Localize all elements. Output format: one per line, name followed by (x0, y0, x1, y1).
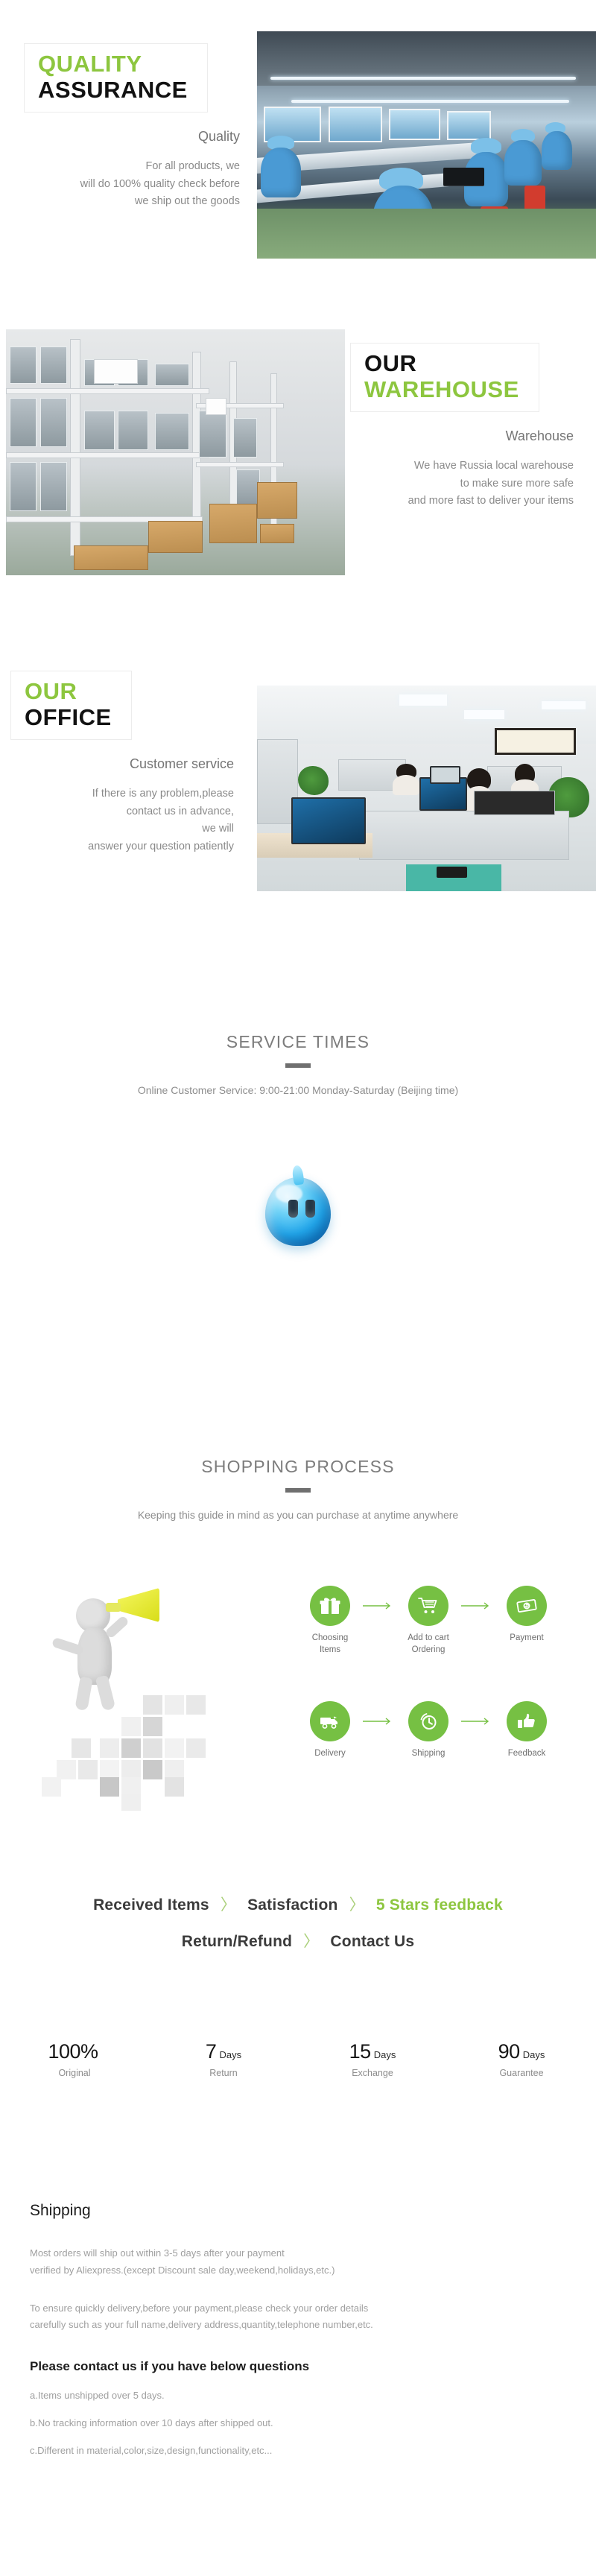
service-times-detail: Online Customer Service: 9:00-21:00 Mond… (137, 1084, 459, 1096)
process-step-add-to-cart[interactable]: Add to cart Ordering (396, 1586, 460, 1656)
question-item-b: b.No tracking information over 10 days a… (30, 2417, 273, 2428)
flow-item-satisfaction: Satisfaction (247, 1896, 338, 1914)
banknote-icon (507, 1586, 547, 1626)
flow-item-five-stars-feedback: 5 Stars feedback (375, 1896, 503, 1914)
service-times-heading-group: SERVICE TIMES Online Customer Service: 9… (0, 1032, 596, 1096)
warehouse-title-line1: OUR (364, 350, 417, 376)
process-step-shipping[interactable]: Shipping (396, 1701, 460, 1760)
warehouse-shelving-photo (6, 329, 345, 575)
flow-item-received-items: Received Items (93, 1896, 209, 1914)
megaphone-mascot-illustration (30, 1583, 246, 1811)
trademanager-chat-icon[interactable] (265, 1177, 331, 1246)
icon-eye-right (305, 1200, 315, 1218)
flow-line-1: Received Items 〉 Satisfaction 〉 5 Stars … (0, 1893, 596, 1915)
stat-original: 100% Original (0, 2040, 149, 2078)
warehouse-section: OUR WAREHOUSE Warehouse We have Russia l… (0, 298, 596, 611)
shipping-paragraph-1: Most orders will ship out within 3-5 day… (30, 2247, 335, 2276)
service-times-heading: SERVICE TIMES (226, 1032, 370, 1051)
shopping-process-heading: SHOPPING PROCESS (201, 1457, 395, 1476)
arrow-right-icon (460, 1701, 495, 1741)
stat-caption: Return (209, 2068, 238, 2078)
megaphone-stem (106, 1603, 121, 1612)
shipping-paragraph-2: To ensure quickly delivery,before your p… (30, 2302, 373, 2331)
shopping-process-subtitle: Keeping this guide in mind as you can pu… (137, 1509, 459, 1521)
stat-number: 90 (498, 2040, 521, 2063)
chevron-right-icon: 〉 (303, 1933, 320, 1950)
process-row-2: Delivery Shipping Feedback (298, 1701, 559, 1760)
stat-caption: Exchange (352, 2068, 393, 2078)
stat-exchange: 15 Days Exchange (298, 2040, 447, 2078)
process-step-label: Add to cart Ordering (408, 1633, 449, 1654)
arrow-right-icon (460, 1586, 495, 1626)
process-step-label: Shipping (411, 1749, 446, 1758)
office-section: OUR OFFICE Customer service If there is … (0, 611, 596, 984)
stat-number: 100% (48, 2040, 98, 2063)
process-step-label: Feedback (507, 1749, 546, 1758)
arrow-right-icon (362, 1701, 396, 1741)
thumbs-up-icon (507, 1701, 547, 1741)
warehouse-text-block: OUR WAREHOUSE Warehouse We have Russia l… (350, 343, 574, 510)
stat-unit: Days (219, 2049, 242, 2060)
flow-line-2: Return/Refund 〉 Contact Us (0, 1929, 596, 1952)
questions-heading: Please contact us if you have below ques… (30, 2359, 310, 2373)
office-text-block: OUR OFFICE Customer service If there is … (10, 671, 234, 855)
office-subtitle: Customer service (129, 756, 234, 772)
office-interior-photo (257, 686, 596, 909)
warehouse-title-box: OUR WAREHOUSE (350, 343, 539, 413)
warehouse-title-line2: WAREHOUSE (364, 376, 519, 402)
factory-assembly-line-photo (257, 31, 596, 259)
question-item-a: a.Items unshipped over 5 days. (30, 2390, 165, 2401)
process-step-choosing-items[interactable]: Choosing Items (298, 1586, 362, 1656)
process-step-label: Payment (510, 1633, 544, 1642)
warehouse-body: We have Russia local warehouse to make s… (408, 460, 574, 507)
guarantee-stats: 100% Original 7 Days Return 15 Days Exchan… (0, 2040, 596, 2078)
chevron-right-icon: 〉 (220, 1896, 237, 1914)
pixel-squares-decoration (30, 1695, 246, 1811)
trademanager-chat-icon-wrap[interactable] (0, 1177, 596, 1250)
heading-underline (285, 1063, 311, 1068)
heading-underline (285, 1488, 311, 1493)
office-title-line1: OUR (25, 678, 77, 704)
process-step-label: Delivery (314, 1749, 346, 1758)
question-item-c: c.Different in material,color,size,desig… (30, 2444, 273, 2456)
stat-number: 15 (349, 2040, 372, 2063)
warehouse-subtitle: Warehouse (505, 428, 574, 444)
shopping-process-heading-group: SHOPPING PROCESS Keeping this guide in m… (0, 1457, 596, 1521)
stat-number: 7 (205, 2040, 217, 2063)
feedback-flow: Received Items 〉 Satisfaction 〉 5 Stars … (0, 1893, 596, 1952)
stat-guarantee: 90 Days Guarantee (447, 2040, 596, 2078)
gift-box-icon (310, 1586, 350, 1626)
product-detail-page: QUALITY ASSURANCE Quality For all produc… (0, 0, 596, 2576)
stat-return: 7 Days Return (149, 2040, 298, 2078)
quality-title-line1: QUALITY (38, 51, 142, 77)
process-row-1: Choosing Items Add to cart Ordering Paym… (298, 1586, 559, 1656)
stat-caption: Guarantee (499, 2068, 544, 2078)
quality-text-block: QUALITY ASSURANCE Quality For all produc… (24, 43, 240, 211)
office-title-line2: OFFICE (25, 703, 112, 730)
quality-assurance-section: QUALITY ASSURANCE Quality For all produc… (0, 0, 596, 298)
arrow-right-icon (362, 1586, 396, 1626)
shipping-info-section: Shipping Most orders will ship out withi… (30, 2202, 566, 2459)
stat-unit: Days (373, 2049, 396, 2060)
quality-title-line2: ASSURANCE (38, 76, 188, 103)
process-step-payment[interactable]: Payment (495, 1586, 559, 1645)
stat-caption: Original (58, 2068, 91, 2078)
clock-icon (408, 1701, 448, 1741)
shipping-heading: Shipping (30, 2202, 91, 2219)
quality-body: For all products, we will do 100% qualit… (80, 160, 240, 208)
delivery-truck-icon (310, 1701, 350, 1741)
process-step-label: Choosing Items (311, 1633, 349, 1654)
process-step-delivery[interactable]: Delivery (298, 1701, 362, 1760)
stat-unit: Days (522, 2049, 545, 2060)
office-title-box: OUR OFFICE (10, 671, 132, 741)
quality-subtitle: Quality (197, 129, 240, 145)
flow-item-return-refund: Return/Refund (181, 1933, 293, 1950)
flow-item-contact-us: Contact Us (330, 1933, 415, 1950)
process-step-feedback[interactable]: Feedback (495, 1701, 559, 1760)
chevron-right-icon: 〉 (349, 1896, 365, 1914)
shopping-cart-icon (408, 1586, 448, 1626)
office-body: If there is any problem,please contact u… (88, 788, 234, 852)
quality-title-box: QUALITY ASSURANCE (24, 43, 208, 113)
icon-eye-left (288, 1200, 298, 1218)
